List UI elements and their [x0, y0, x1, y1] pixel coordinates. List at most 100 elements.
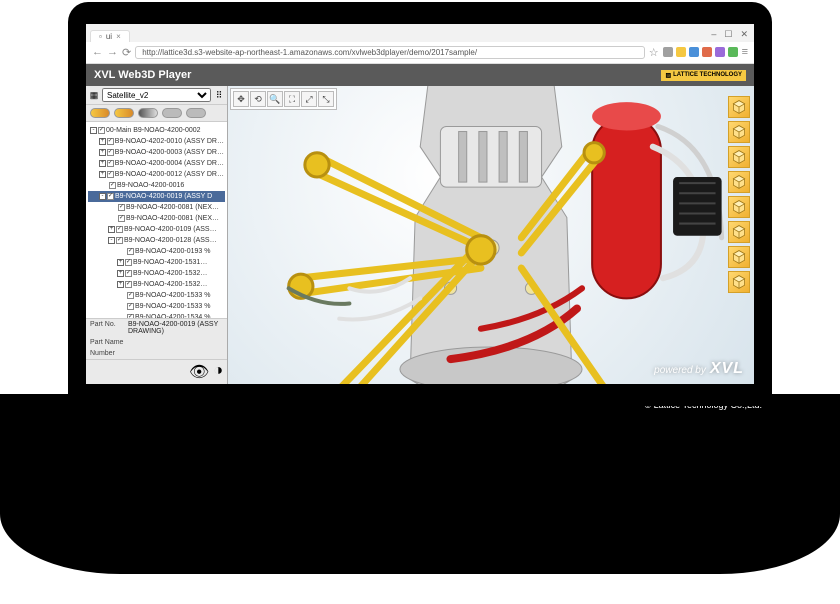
browser-tab[interactable]: ▫ ui ×: [90, 30, 130, 42]
tree-row[interactable]: +✓B9-NOAO-4202-0010 (ASSY DR…: [88, 136, 225, 147]
tree-checkbox[interactable]: ✓: [127, 303, 134, 310]
opacity-pill[interactable]: [162, 108, 182, 118]
app-title: XVL Web3D Player: [94, 69, 191, 81]
tree-row[interactable]: +✓B9-NOAO-4200-1532…: [88, 268, 225, 279]
view-cubes: [728, 96, 750, 293]
maximize-button[interactable]: ☐: [724, 29, 732, 40]
viewport-tool-1[interactable]: ⟲: [250, 91, 266, 107]
tree-checkbox[interactable]: ✓: [118, 215, 125, 222]
view-cube-0[interactable]: [728, 96, 750, 118]
tree-row[interactable]: ✓B9-NOAO-4200-0016: [88, 180, 225, 191]
tree-expand-icon[interactable]: +: [117, 281, 124, 288]
close-button[interactable]: ✕: [740, 29, 748, 40]
tab-title: ui: [106, 32, 112, 41]
tree-row[interactable]: ✓B9-NOAO-4200-0193 %: [88, 246, 225, 257]
reload-button[interactable]: ⟳: [122, 46, 131, 59]
tree-row[interactable]: +✓B9-NOAO-4200-0109 (ASS…: [88, 224, 225, 235]
view-cube-1[interactable]: [728, 121, 750, 143]
tree-expand-icon[interactable]: +: [117, 259, 124, 266]
number-label: Number: [90, 350, 128, 357]
tree-row[interactable]: +✓B9-NOAO-4200-0012 (ASSY DR…: [88, 169, 225, 180]
viewport-tool-5[interactable]: ⤡: [318, 91, 334, 107]
tree-label: B9-NOAO-4200-1532…: [133, 268, 207, 279]
tree-checkbox[interactable]: ✓: [98, 127, 105, 134]
part-no-value: B9-NOAO-4200-0019 (ASSY DRAWING): [128, 321, 223, 335]
tree-checkbox[interactable]: ✓: [107, 171, 114, 178]
tree-row[interactable]: -✓00-Main B9-NOAO-4200-0002: [88, 125, 225, 136]
tree-expand-icon[interactable]: +: [99, 138, 106, 145]
tree-row[interactable]: +✓B9-NOAO-4200-0004 (ASSY DR…: [88, 158, 225, 169]
tree-label: B9-NOAO-4200-0081 (NEX…: [126, 202, 219, 213]
tree-checkbox[interactable]: ✓: [125, 259, 132, 266]
viewport-tool-3[interactable]: ⛶: [284, 91, 300, 107]
extension-icon[interactable]: [715, 47, 725, 57]
tree-checkbox[interactable]: ✓: [107, 149, 114, 156]
opacity-pill[interactable]: [138, 108, 158, 118]
view-cube-3[interactable]: [728, 171, 750, 193]
tree-expand-icon[interactable]: +: [99, 171, 106, 178]
tree-expand-icon[interactable]: +: [99, 149, 106, 156]
forward-button[interactable]: →: [107, 46, 118, 58]
tree-expand-icon[interactable]: -: [108, 237, 115, 244]
extension-icon[interactable]: [676, 47, 686, 57]
tree-checkbox[interactable]: ✓: [125, 281, 132, 288]
opacity-pill[interactable]: [114, 108, 134, 118]
tree-row[interactable]: +✓B9-NOAO-4200-0003 (ASSY DR…: [88, 147, 225, 158]
back-button[interactable]: ←: [92, 46, 103, 58]
tree-checkbox[interactable]: ✓: [127, 248, 134, 255]
tree-checkbox[interactable]: ✓: [116, 237, 123, 244]
tree-row[interactable]: ✓B9-NOAO-4200-0081 (NEX…: [88, 202, 225, 213]
viewport-tool-4[interactable]: ⤢: [301, 91, 317, 107]
view-cube-5[interactable]: [728, 221, 750, 243]
part-tree[interactable]: -✓00-Main B9-NOAO-4200-0002+✓B9-NOAO-420…: [86, 122, 227, 318]
minimize-button[interactable]: –: [711, 29, 716, 40]
tree-row[interactable]: ✓B9-NOAO-4200-0081 (NEX…: [88, 213, 225, 224]
grid-icon[interactable]: ▦: [88, 89, 100, 101]
menu-icon[interactable]: ≡: [742, 46, 748, 58]
tree-checkbox[interactable]: ✓: [116, 226, 123, 233]
number-value: [128, 350, 223, 357]
viewport-tool-2[interactable]: 🔍: [267, 91, 283, 107]
url-input[interactable]: http://lattice3d.s3-website-ap-northeast…: [135, 46, 644, 59]
viewport[interactable]: ✥⟲🔍⛶⤢⤡ powered by XVL: [228, 86, 754, 384]
tree-row[interactable]: -✓B9-NOAO-4200-0128 (ASS…: [88, 235, 225, 246]
extension-icon[interactable]: [689, 47, 699, 57]
tree-label: B9-NOAO-4200-0128 (ASS…: [124, 235, 217, 246]
tree-label: 00-Main B9-NOAO-4200-0002: [106, 125, 201, 136]
drag-icon[interactable]: ⠿: [213, 89, 225, 101]
tree-row[interactable]: ✓B9-NOAO-4200-1533 %: [88, 301, 225, 312]
laptop-frame: © Lattice Technology Co.,Ltd. ▫ ui × – ☐…: [0, 0, 840, 604]
tree-checkbox[interactable]: ✓: [109, 182, 116, 189]
tree-expand-icon[interactable]: -: [99, 193, 106, 200]
tree-expand-icon[interactable]: +: [108, 226, 115, 233]
tree-checkbox[interactable]: ✓: [125, 270, 132, 277]
view-cube-2[interactable]: [728, 146, 750, 168]
opacity-pill[interactable]: [90, 108, 110, 118]
tree-expand-icon[interactable]: +: [99, 160, 106, 167]
view-cube-4[interactable]: [728, 196, 750, 218]
opacity-pill[interactable]: [186, 108, 206, 118]
view-cube-6[interactable]: [728, 246, 750, 268]
visibility-icon[interactable]: 👁: [189, 362, 209, 382]
extension-icon[interactable]: [702, 47, 712, 57]
tree-expand-icon[interactable]: +: [117, 270, 124, 277]
tree-checkbox[interactable]: ✓: [127, 292, 134, 299]
tree-row[interactable]: ✓B9-NOAO-4200-1533 %: [88, 290, 225, 301]
close-icon[interactable]: ×: [116, 32, 121, 41]
view-cube-7[interactable]: [728, 271, 750, 293]
tree-checkbox[interactable]: ✓: [118, 204, 125, 211]
ghost-icon[interactable]: ◑: [213, 362, 223, 382]
tree-expand-icon[interactable]: -: [90, 127, 97, 134]
tree-row[interactable]: +✓B9-NOAO-4200-1532…: [88, 279, 225, 290]
tree-checkbox[interactable]: ✓: [107, 160, 114, 167]
model-select[interactable]: Satellite_v2: [102, 88, 211, 102]
tree-checkbox[interactable]: ✓: [107, 138, 114, 145]
tree-row[interactable]: +✓B9-NOAO-4200-1531…: [88, 257, 225, 268]
star-icon[interactable]: ☆: [649, 46, 659, 59]
extension-icon[interactable]: [728, 47, 738, 57]
extension-icon[interactable]: [663, 47, 673, 57]
tree-row[interactable]: -✓B9-NOAO-4200-0019 (ASSY D: [88, 191, 225, 202]
sidebar-footer: 👁 ◑: [86, 359, 227, 384]
viewport-tool-0[interactable]: ✥: [233, 91, 249, 107]
tree-checkbox[interactable]: ✓: [107, 193, 114, 200]
